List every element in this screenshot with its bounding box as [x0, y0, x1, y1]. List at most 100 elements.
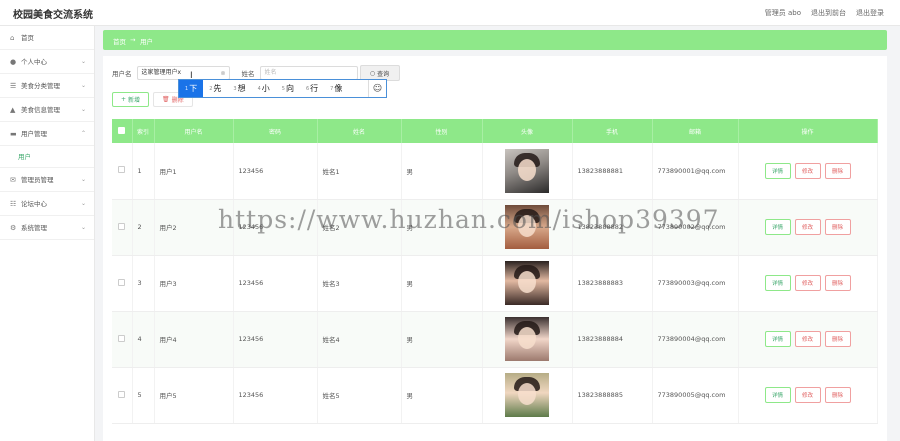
breadcrumb-current: 用户 — [140, 38, 153, 46]
home-icon: ⌂ — [10, 33, 15, 42]
sidebar-item-admin[interactable]: ✉ 管理员管理 ⌄ — [0, 168, 94, 192]
detail-button[interactable]: 详情 — [764, 387, 791, 403]
column-header: 密码 — [233, 119, 318, 143]
user-icon: ● — [10, 57, 17, 66]
cell-phone: 13823888885 — [572, 367, 653, 424]
row-checkbox[interactable] — [112, 199, 133, 256]
sidebar-item-profile[interactable]: ● 个人中心 ⌄ — [0, 50, 94, 74]
row-checkbox[interactable] — [112, 143, 133, 200]
name-label: 姓名 — [241, 70, 255, 78]
food-icon: ▲ — [10, 105, 16, 114]
cell-email: 773890001@qq.com — [652, 143, 739, 200]
detail-button[interactable]: 详情 — [764, 162, 791, 179]
sidebar-item-label: 管理员管理 — [21, 175, 54, 184]
edit-button[interactable]: 修改 — [794, 331, 821, 347]
delete-button[interactable]: 删除 — [824, 162, 851, 179]
ime-candidate[interactable]: 1下 — [179, 80, 204, 97]
cell-password: 123456 — [233, 311, 318, 368]
logout-link[interactable]: 退出登录 — [856, 8, 884, 18]
back-to-front-link[interactable]: 退出到前台 — [811, 8, 846, 18]
ime-candidate[interactable]: 6行 — [300, 80, 324, 97]
cell-index: 4 — [132, 311, 155, 368]
sidebar-item-user-management[interactable]: ▬ 用户管理 ⌃ — [0, 122, 94, 146]
ime-candidate[interactable]: 5向 — [276, 80, 300, 97]
sidebar-item-home[interactable]: ⌂ 首页 — [0, 26, 94, 50]
cell-email: 773890003@qq.com — [652, 255, 739, 312]
cell-index: 2 — [132, 199, 155, 256]
list-icon: ☰ — [10, 81, 17, 90]
row-checkbox[interactable] — [112, 311, 133, 368]
cell-gender: 男 — [401, 255, 483, 312]
edit-button[interactable]: 修改 — [794, 219, 821, 235]
delete-button[interactable]: 删除 — [824, 219, 851, 235]
emoji-icon[interactable]: ☺ — [368, 80, 386, 97]
sidebar-item-label: 首页 — [21, 33, 34, 42]
edit-button[interactable]: 修改 — [794, 387, 821, 403]
column-header: 索引 — [132, 119, 155, 143]
user-table: 索引 用户名 密码 姓名 性别 头像 手机 邮箱 操作 1 用户1 123456… — [112, 119, 878, 424]
cell-avatar — [482, 143, 573, 200]
breadcrumb-home[interactable]: 首页 — [113, 36, 126, 46]
username-search-input[interactable]: 这家管理用户x ⊗ — [136, 66, 230, 80]
table-row: 4 用户4 123456 姓名4 男 13823888884 773890004… — [112, 311, 878, 368]
sidebar: ⌂ 首页 ● 个人中心 ⌄ ☰ 美食分类管理 ⌄ ▲ 美食信息管理 ⌄ ▬ 用户… — [0, 26, 95, 441]
row-checkbox[interactable] — [112, 255, 133, 312]
avatar-image — [505, 317, 549, 361]
delete-button[interactable]: 删除 — [824, 387, 851, 403]
ime-candidate[interactable]: 4小 — [252, 80, 276, 97]
column-header: 头像 — [482, 119, 573, 143]
cell-name: 姓名5 — [317, 367, 402, 424]
add-button[interactable]: + 新增 — [112, 92, 150, 107]
sidebar-item-food-info[interactable]: ▲ 美食信息管理 ⌄ — [0, 98, 94, 122]
sidebar-item-system[interactable]: ⚙ 系统管理 ⌄ — [0, 216, 94, 240]
app-title: 校园美食交流系统 — [13, 10, 93, 21]
cell-password: 123456 — [233, 255, 318, 312]
sidebar-item-food-category[interactable]: ☰ 美食分类管理 ⌄ — [0, 74, 94, 98]
sidebar-subitem-users[interactable]: 用户 — [0, 146, 94, 168]
table-row: 3 用户3 123456 姓名3 男 13823888883 773890003… — [112, 255, 878, 312]
chevron-down-icon: ⌄ — [80, 223, 86, 231]
sidebar-item-label: 用户管理 — [21, 129, 47, 138]
main-panel: 用户名 这家管理用户x ⊗ 姓名 姓名 ○ 查询 + 新增 🗑 删除 索引 用户… — [103, 56, 887, 441]
cell-index: 5 — [132, 367, 155, 424]
cell-username: 用户5 — [154, 367, 234, 424]
cell-username: 用户4 — [154, 311, 234, 368]
delete-button[interactable]: 删除 — [824, 331, 851, 347]
cell-gender: 男 — [401, 143, 483, 200]
avatar-image — [505, 261, 549, 305]
row-checkbox[interactable] — [112, 367, 133, 424]
detail-button[interactable]: 详情 — [764, 331, 791, 347]
detail-button[interactable]: 详情 — [764, 275, 791, 291]
header-actions: 管理员 abo 退出到前台 退出登录 — [765, 8, 884, 18]
ime-candidate[interactable]: 2先 — [203, 80, 227, 97]
search-icon: ○ — [369, 69, 376, 77]
breadcrumb: 首页 → 用户 — [103, 30, 887, 50]
cell-operations: 详情 修改 删除 — [738, 143, 878, 200]
cell-gender: 男 — [401, 367, 483, 424]
ime-candidate-bar: 1下 2先 3想 4小 5向 6行 7像 ☺ — [178, 79, 387, 98]
users-icon: ▬ — [10, 129, 17, 138]
gear-icon: ⚙ — [10, 223, 17, 232]
avatar-image — [505, 373, 549, 417]
ime-candidate[interactable]: 7像 — [324, 80, 348, 97]
name-search-input[interactable]: 姓名 — [259, 66, 358, 80]
delete-button[interactable]: 删除 — [824, 275, 851, 291]
cell-index: 3 — [132, 255, 155, 312]
sidebar-item-label: 个人中心 — [21, 57, 47, 66]
cell-operations: 详情 修改 删除 — [738, 199, 878, 256]
column-header: 姓名 — [317, 119, 402, 143]
detail-button[interactable]: 详情 — [764, 219, 791, 235]
username-label: 用户名 — [112, 70, 132, 78]
plus-icon: + — [121, 96, 127, 103]
admin-icon: ✉ — [10, 175, 16, 184]
select-all-checkbox[interactable] — [112, 119, 133, 143]
ime-candidate[interactable]: 3想 — [227, 80, 251, 97]
text-cursor-icon: I — [190, 71, 193, 81]
chevron-down-icon: ⌄ — [80, 199, 86, 207]
cell-name: 姓名3 — [317, 255, 402, 312]
cell-avatar — [482, 255, 573, 312]
cell-gender: 男 — [401, 311, 483, 368]
edit-button[interactable]: 修改 — [794, 162, 821, 179]
sidebar-item-forum[interactable]: ☷ 论坛中心 ⌄ — [0, 192, 94, 216]
edit-button[interactable]: 修改 — [794, 275, 821, 291]
